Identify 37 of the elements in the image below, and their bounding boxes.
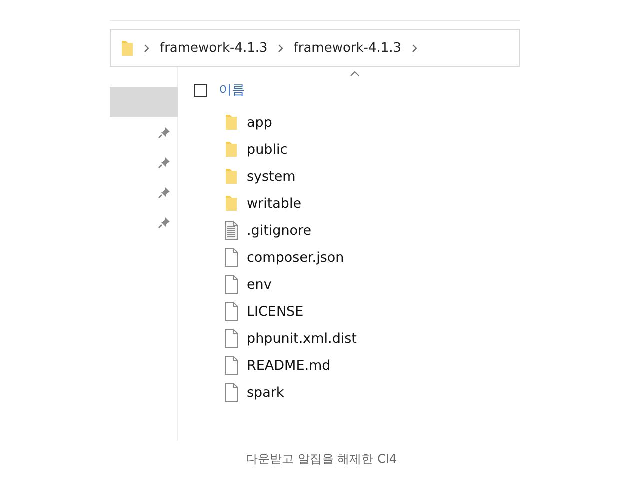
file-name[interactable]: README.md	[247, 358, 331, 374]
file-icon	[224, 329, 239, 348]
file-name[interactable]: composer.json	[247, 250, 344, 266]
pin-icon[interactable]	[158, 126, 171, 138]
file-name[interactable]: LICENSE	[247, 304, 304, 320]
file-name[interactable]: env	[247, 276, 272, 292]
pin-icon[interactable]	[158, 186, 171, 198]
folder-icon	[121, 40, 134, 56]
text-file-icon	[224, 221, 239, 240]
chevron-icon[interactable]	[144, 44, 150, 52]
name-column-header[interactable]: 이름	[219, 81, 245, 99]
file-name[interactable]: writable	[247, 196, 302, 212]
folder-icon	[225, 195, 238, 212]
caption: 다운받고 알집을 해제한 CI4	[246, 452, 397, 466]
file-icon	[224, 248, 239, 267]
file-icon	[224, 275, 239, 294]
breadcrumb[interactable]: framework-4.1.3	[160, 40, 268, 56]
file-icon	[224, 302, 239, 321]
file-name[interactable]: spark	[247, 384, 284, 400]
folder-icon	[225, 141, 238, 158]
sort-caret-icon[interactable]	[350, 71, 360, 77]
pin-icon[interactable]	[158, 216, 171, 228]
file-name[interactable]: system	[247, 168, 296, 184]
file-name[interactable]: .gitignore	[247, 222, 312, 238]
pin-icon[interactable]	[158, 156, 171, 168]
folder-icon	[225, 114, 238, 131]
file-icon	[224, 356, 239, 375]
folder-icon	[225, 168, 238, 185]
chevron-icon[interactable]	[412, 44, 418, 52]
address-bar[interactable]: framework-4.1.3 framework-4.1.3	[110, 29, 520, 67]
select-all-checkbox[interactable]	[194, 84, 207, 96]
file-name[interactable]: phpunit.xml.dist	[247, 330, 357, 346]
breadcrumb[interactable]: framework-4.1.3	[294, 40, 402, 56]
file-icon	[224, 383, 239, 402]
chevron-icon[interactable]	[278, 44, 284, 52]
file-name[interactable]: app	[247, 114, 272, 130]
file-name[interactable]: public	[247, 142, 288, 158]
